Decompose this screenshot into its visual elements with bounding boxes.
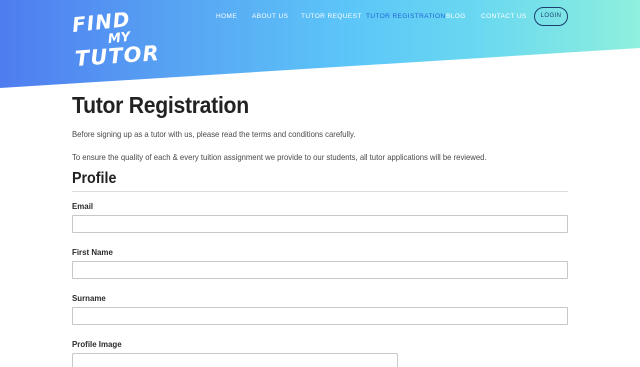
email-field[interactable]: [72, 215, 568, 233]
registration-form-area: Tutor Registration Before signing up as …: [72, 92, 568, 367]
logo-line-tutor: TUTOR: [74, 41, 161, 71]
surname-field[interactable]: [72, 307, 568, 325]
page-title: Tutor Registration: [72, 92, 249, 118]
nav-contact-us-link[interactable]: CONTACT US: [481, 13, 527, 20]
nav-about-us-link[interactable]: ABOUT US: [252, 13, 288, 20]
nav-blog-link[interactable]: BLOG: [446, 13, 466, 20]
nav-tutor-request-link[interactable]: TUTOR REQUEST: [301, 13, 362, 20]
nav-home-link[interactable]: HOME: [216, 13, 237, 20]
profile-image-upload[interactable]: [72, 353, 398, 367]
first-name-label: First Name: [72, 247, 113, 257]
main-navigation: HOME ABOUT US TUTOR REQUEST TUTOR REGIST…: [0, 0, 640, 34]
email-label: Email: [72, 201, 94, 211]
terms-intro-text: Before signing up as a tutor with us, pl…: [72, 129, 356, 139]
section-divider: [72, 191, 568, 192]
login-button[interactable]: LOGIN: [534, 7, 568, 26]
first-name-field[interactable]: [72, 261, 568, 279]
profile-section-title: Profile: [72, 170, 117, 187]
profile-image-label: Profile Image: [72, 339, 122, 349]
quality-intro-text: To ensure the quality of each & every tu…: [72, 152, 487, 162]
surname-label: Surname: [72, 293, 106, 303]
nav-tutor-registration-link[interactable]: TUTOR REGISTRATION: [366, 13, 446, 20]
